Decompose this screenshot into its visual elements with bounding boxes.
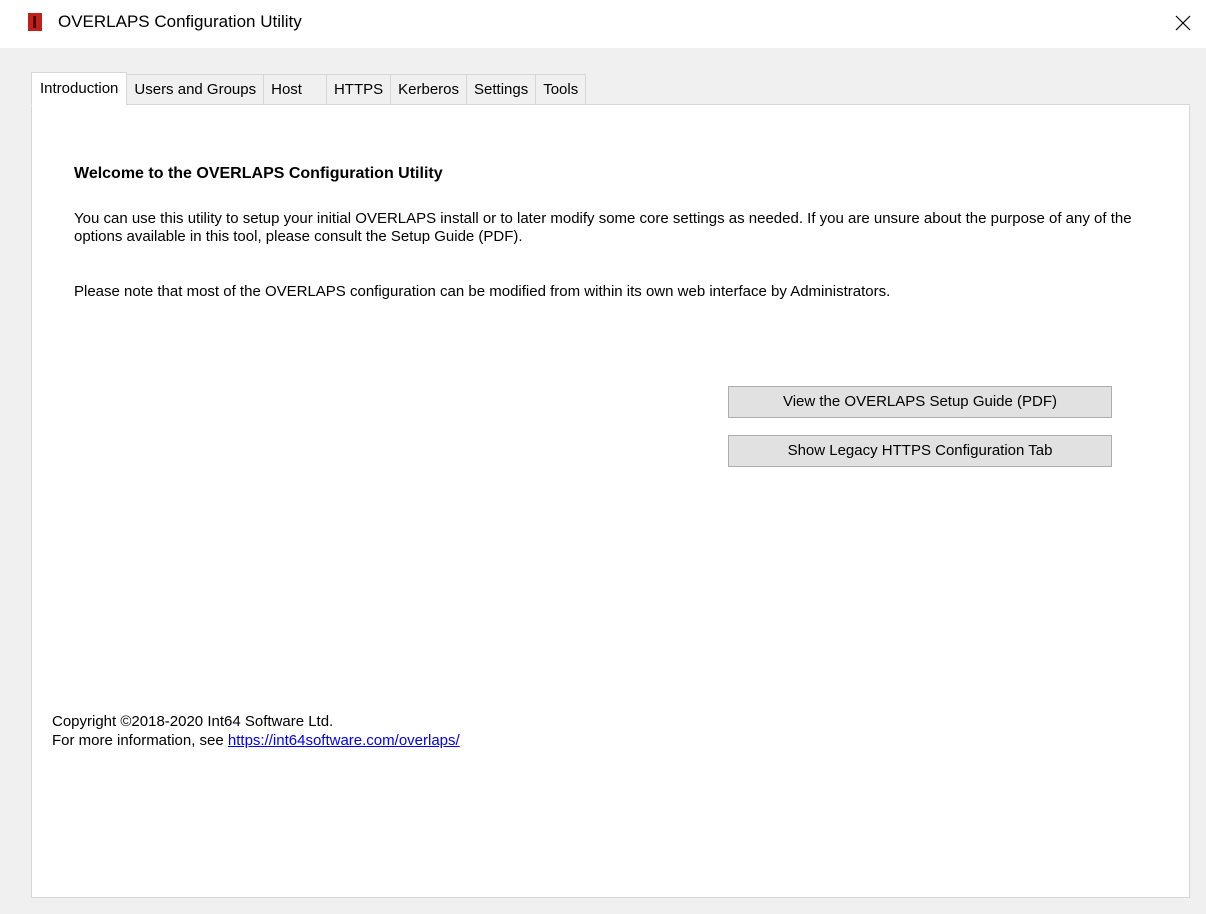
show-legacy-https-tab-button[interactable]: Show Legacy HTTPS Configuration Tab xyxy=(728,435,1112,467)
introduction-panel: Welcome to the OVERLAPS Configuration Ut… xyxy=(31,104,1190,898)
tab-kerberos[interactable]: Kerberos xyxy=(391,74,468,104)
tab-strip: Introduction Users and Groups Host HTTPS… xyxy=(31,72,587,106)
copyright-text: Copyright ©2018-2020 Int64 Software Ltd. xyxy=(52,713,334,730)
tab-users-and-groups[interactable]: Users and Groups xyxy=(127,74,265,104)
view-setup-guide-button[interactable]: View the OVERLAPS Setup Guide (PDF) xyxy=(728,386,1112,418)
tab-tools[interactable]: Tools xyxy=(536,74,587,104)
overlaps-app-icon xyxy=(28,13,42,31)
tab-settings[interactable]: Settings xyxy=(467,74,537,104)
welcome-heading: Welcome to the OVERLAPS Configuration Ut… xyxy=(74,165,443,182)
app-window: OVERLAPS Configuration Utility Introduct… xyxy=(0,0,1206,914)
tab-https[interactable]: HTTPS xyxy=(326,74,392,104)
more-info-line: For more information, see https://int64s… xyxy=(52,731,460,750)
website-link[interactable]: https://int64software.com/overlaps/ xyxy=(228,732,460,749)
title-bar: OVERLAPS Configuration Utility xyxy=(0,0,1206,48)
tab-introduction[interactable]: Introduction xyxy=(31,72,128,106)
more-info-label: For more information, see xyxy=(52,732,224,749)
close-icon xyxy=(1175,15,1191,31)
intro-paragraph: You can use this utility to setup your i… xyxy=(74,210,1132,245)
window-title: OVERLAPS Configuration Utility xyxy=(58,12,302,31)
admin-note-paragraph: Please note that most of the OVERLAPS co… xyxy=(74,283,891,300)
tab-host[interactable]: Host xyxy=(264,74,327,104)
close-button[interactable] xyxy=(1160,0,1206,46)
copyright-block: Copyright ©2018-2020 Int64 Software Ltd.… xyxy=(52,712,460,750)
